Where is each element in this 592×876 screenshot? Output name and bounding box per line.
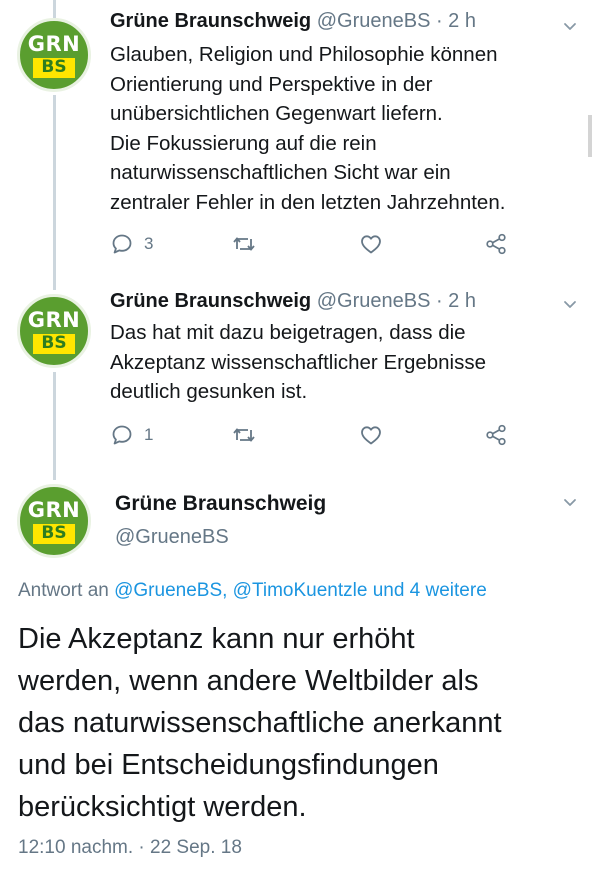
share-button[interactable] [484,423,508,447]
avatar[interactable]: GRN BS [17,484,91,558]
avatar-text-bottom: BS [33,334,75,354]
thread-line [53,0,56,18]
avatar-text-top: GRN [27,32,81,56]
thread-line [53,372,56,480]
avatar-text-bottom: BS [33,58,75,78]
avatar-text-bottom: BS [33,524,75,544]
author-handle[interactable]: @GrueneBS [115,526,229,549]
share-icon [486,424,506,446]
tweet-timestamp: 12:10 nachm. · 22 Sep. 18 [18,837,242,858]
tweet-text: Die Akzeptanz kann nur erhöht werden, we… [18,623,502,823]
author-name[interactable]: Grüne Braunschweig [115,492,326,516]
share-icon [486,233,506,255]
avatar-text-top: GRN [27,498,81,522]
tweet-header: Grüne Braunschweig @GrueneBS · 2 h [110,290,476,313]
author-name[interactable]: Grüne Braunschweig [110,10,311,32]
chevron-down-icon[interactable] [563,20,577,34]
like-icon [361,426,381,445]
reply-button[interactable]: 3 [110,232,153,256]
share-button[interactable] [484,232,508,256]
scroll-indicator [588,115,592,157]
author-handle: @GrueneBS · 2 h [316,10,476,32]
retweet-button[interactable] [231,423,257,447]
author-name[interactable]: Grüne Braunschweig [110,290,311,312]
reply-count: 3 [144,234,154,253]
reply-icon [112,425,132,445]
like-button[interactable] [359,232,383,256]
chevron-down-icon[interactable] [563,496,577,510]
like-icon [361,235,381,254]
reply-icon [112,234,132,254]
reply-mentions-link[interactable]: @GrueneBS, @TimoKuentzle und 4 weitere [114,580,487,601]
author-handle: @GrueneBS · 2 h [316,290,476,312]
thread-line [53,95,56,290]
reply-button[interactable]: 1 [110,423,153,447]
avatar[interactable]: GRN BS [17,18,91,92]
tweet-text: Glauben, Religion und Philosophie können… [110,43,506,214]
like-button[interactable] [359,423,383,447]
retweet-icon [233,237,255,251]
tweet-header: Grüne Braunschweig @GrueneBS · 2 h [110,10,476,33]
tweet-text: Das hat mit dazu beigetragen, dass die A… [110,321,487,403]
avatar-text-top: GRN [27,308,81,332]
retweet-icon [233,428,255,442]
reply-prefix: Antwort an [18,580,109,601]
reply-context: Antwort an @GrueneBS, @TimoKuentzle und … [18,580,487,602]
retweet-button[interactable] [231,232,257,256]
reply-count: 1 [144,425,154,444]
avatar[interactable]: GRN BS [17,294,91,368]
chevron-down-icon[interactable] [563,298,577,312]
